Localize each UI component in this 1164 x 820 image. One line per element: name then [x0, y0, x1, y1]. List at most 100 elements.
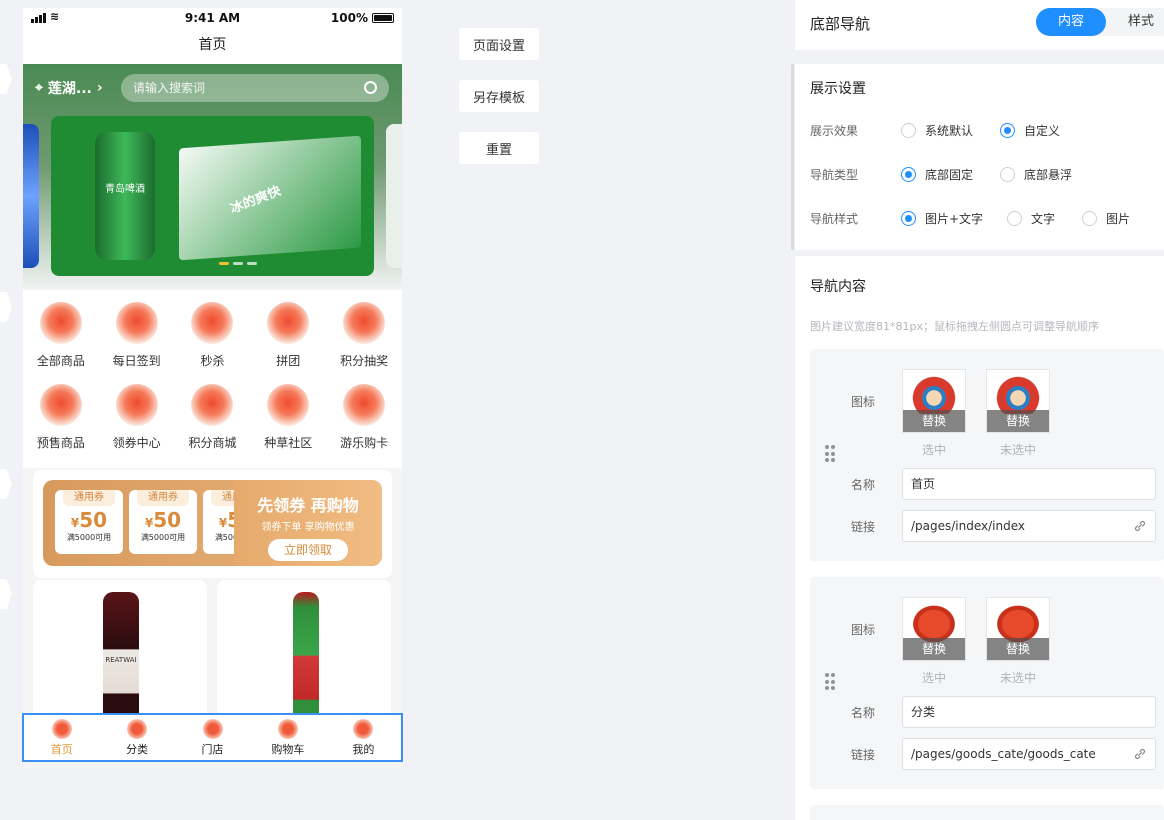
lion-dance-icon	[993, 374, 1043, 414]
section-title: 导航内容	[810, 279, 866, 295]
effect-label: 展示效果	[810, 124, 859, 138]
gold-ingot-icon	[343, 384, 386, 426]
search-placeholder: 请输入搜索词	[133, 81, 206, 95]
selected-caption: 选中	[921, 443, 946, 457]
status-bar: ≋ 9:41 AM 100%	[23, 8, 402, 28]
replace-button[interactable]: 替换	[903, 638, 965, 660]
radio-system-default[interactable]: 系统默认	[901, 122, 973, 139]
display-settings: 展示设置 展示效果 系统默认 自定义 导航类型 底部固定 底部悬浮 导航样式 图…	[795, 64, 1164, 250]
name-label: 名称	[851, 478, 876, 492]
tab-store[interactable]: 门店	[175, 715, 250, 760]
radio-text-only[interactable]: 文字	[1007, 210, 1055, 227]
coupon-banner[interactable]: 通用券 ¥50 满5000可用 通用券 ¥50 满5000可用 通用券 ¥50 …	[43, 480, 382, 566]
side-tab-3[interactable]	[0, 469, 12, 499]
search-input[interactable]: 请输入搜索词	[121, 74, 389, 102]
icon-label: 图标	[851, 623, 876, 637]
grid-nav-item[interactable]: 预售商品	[26, 384, 96, 466]
coupon-subtitle: 领券下单 享购物优惠	[261, 522, 355, 533]
section-title: 展示设置	[810, 81, 866, 97]
lantern-icon	[127, 719, 148, 739]
unselected-icon-thumb: 替换	[986, 597, 1050, 661]
panel-tabs: 内容 样式	[1036, 8, 1164, 36]
save-template-button[interactable]: 另存模板	[459, 80, 539, 112]
link-icon[interactable]	[1133, 747, 1147, 761]
gift-icon	[353, 719, 374, 739]
coupon-promo: 先领券 再购物 领券下单 享购物优惠 立即领取	[234, 480, 382, 566]
grid-nav-item[interactable]: 种草社区	[253, 384, 323, 466]
page-settings-button[interactable]: 页面设置	[459, 28, 539, 60]
grid-nav-item[interactable]: 领券中心	[102, 384, 172, 466]
tab-content[interactable]: 内容	[1036, 8, 1106, 36]
nav-link-input[interactable]: /pages/goods_cate/goods_cate	[902, 738, 1156, 770]
unselected-caption: 未选中	[999, 443, 1036, 457]
banner-prev-slide[interactable]	[23, 124, 39, 268]
signal-icon: ≋	[31, 10, 59, 23]
nav-item-card: 图标 替换 替换 选中 未选中 名称 分类 链接 /pages/goods_ca…	[810, 577, 1164, 789]
beer-box-image: 冰的爽快	[179, 135, 361, 261]
link-icon[interactable]	[1133, 519, 1147, 533]
page-title: 首页	[23, 28, 402, 64]
tab-mine[interactable]: 我的	[326, 715, 401, 760]
claim-coupon-button[interactable]: 立即领取	[268, 539, 348, 561]
banner-next-slide[interactable]	[386, 124, 402, 268]
hero-section: ⌖ 莲湖... › 请输入搜索词 青岛啤酒 冰的爽快	[23, 64, 402, 290]
replace-button[interactable]: 替换	[903, 410, 965, 432]
firecracker-icon	[115, 302, 158, 344]
nav-hint: 图片建议宽度81*81px；鼠标拖拽左侧圆点可调整导航顺序	[810, 320, 1099, 333]
side-tab-2[interactable]	[0, 292, 12, 322]
radio-bottom-float[interactable]: 底部悬浮	[1000, 166, 1072, 183]
icon-label: 图标	[851, 395, 876, 409]
link-label: 链接	[851, 748, 876, 762]
grid-nav-item[interactable]: 游乐购卡	[329, 384, 399, 466]
grid-nav-item[interactable]: 积分商城	[177, 384, 247, 466]
phone-preview: ≋ 9:41 AM 100% 首页 ⌖ 莲湖... › 请输入搜索词 青岛啤酒 …	[23, 8, 402, 768]
grid-nav-item[interactable]: 积分抽奖	[329, 302, 399, 384]
tab-cart[interactable]: 购物车	[250, 715, 325, 760]
seal-icon	[191, 302, 234, 344]
panel-title: 底部导航	[810, 15, 871, 33]
side-tab-1[interactable]	[0, 64, 12, 94]
nav-link-input[interactable]: /pages/index/index	[902, 510, 1156, 542]
knot-icon	[267, 302, 310, 344]
coupon-card[interactable]: 通用券 ¥50 满5000可用	[55, 490, 123, 554]
replace-button[interactable]: 替换	[987, 410, 1049, 432]
radio-image-only[interactable]: 图片	[1082, 210, 1130, 227]
nav-name-input[interactable]: 分类	[902, 696, 1156, 728]
replace-button[interactable]: 替换	[987, 638, 1049, 660]
battery-icon	[372, 13, 394, 23]
coupon-card[interactable]: 通用券 ¥50 满5000可用	[129, 490, 197, 554]
rabbit-icon	[267, 384, 310, 426]
panel-header: 底部导航 内容 样式	[795, 0, 1164, 50]
banner-slide[interactable]: 青岛啤酒 冰的爽快	[51, 116, 374, 276]
side-tab-4[interactable]	[0, 579, 12, 609]
tab-category[interactable]: 分类	[99, 715, 174, 760]
grid-nav-item[interactable]: 拼团	[253, 302, 323, 384]
ornament-icon	[343, 302, 386, 344]
lion-dance-icon	[51, 719, 72, 739]
fortune-bag-icon	[115, 384, 158, 426]
hotpot-icon	[191, 384, 234, 426]
link-label: 链接	[851, 520, 876, 534]
fortune-bag-icon	[202, 719, 223, 739]
drag-handle-icon[interactable]	[825, 673, 835, 691]
banner-dots	[219, 262, 257, 265]
tab-style[interactable]: 样式	[1128, 8, 1154, 36]
beer-can-image: 青岛啤酒	[95, 132, 155, 260]
nav-item-card: 图标 替换 替换 选中 未选中 名称 首页 链接 /pages/index/in…	[810, 349, 1164, 561]
name-label: 名称	[851, 706, 876, 720]
coupon-section: 通用券 ¥50 满5000可用 通用券 ¥50 满5000可用 通用券 ¥50 …	[33, 470, 392, 578]
nav-name-input[interactable]: 首页	[902, 468, 1156, 500]
radio-bottom-fixed[interactable]: 底部固定	[901, 166, 973, 183]
drag-handle-icon[interactable]	[825, 445, 835, 463]
radio-custom[interactable]: 自定义	[1000, 122, 1060, 139]
location-selector[interactable]: ⌖ 莲湖... ›	[35, 78, 103, 98]
tab-home[interactable]: 首页	[24, 715, 99, 760]
grid-nav-item[interactable]: 秒杀	[177, 302, 247, 384]
bottom-nav-bar[interactable]: 首页 分类 门店 购物车 我的	[22, 713, 403, 762]
reset-button[interactable]: 重置	[459, 132, 539, 164]
radio-image-text[interactable]: 图片+文字	[901, 210, 983, 227]
scrollbar[interactable]	[791, 64, 794, 250]
grid-nav-item[interactable]: 每日签到	[102, 302, 172, 384]
lantern-icon	[993, 602, 1043, 642]
grid-nav-item[interactable]: 全部商品	[26, 302, 96, 384]
